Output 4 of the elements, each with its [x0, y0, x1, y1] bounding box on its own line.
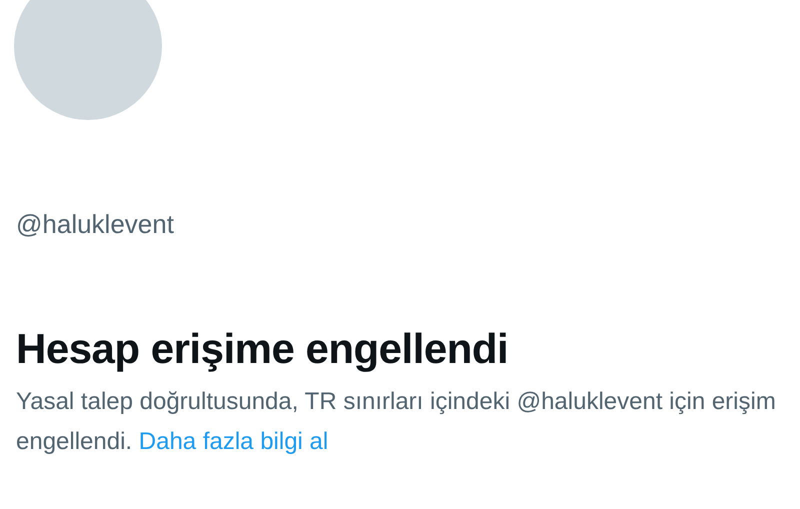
profile-handle: @haluklevent	[16, 208, 175, 240]
notice-title: Hesap erişime engellendi	[16, 324, 510, 374]
notice-message: Yasal talep doğrultusunda, TR sınırları içindeki @haluklevent için erişim engellendi. Daha fazla bilgi al	[16, 387, 776, 457]
learn-more-link[interactable]: Daha fazla bilgi al	[138, 428, 328, 455]
